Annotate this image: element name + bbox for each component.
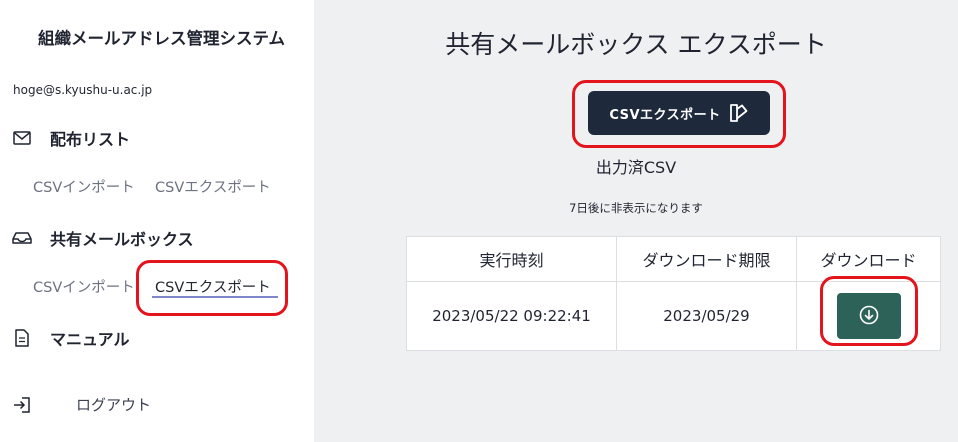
sidebar-item-distribution-csv-export[interactable]: CSVエクスポート [155, 176, 271, 197]
page-title: 共有メールボックス エクスポート [445, 30, 827, 59]
inbox-icon [12, 228, 32, 248]
column-header-executed-at: 実行時刻 [406, 236, 617, 282]
app-title: 組織メールアドレス管理システム [38, 29, 286, 48]
column-header-download: ダウンロード [796, 236, 941, 282]
sidebar-item-distribution-csv-import[interactable]: CSVインポート [33, 176, 135, 197]
table-header-row: 実行時刻 ダウンロード期限 ダウンロード [406, 236, 941, 282]
main-content: 共有メールボックス エクスポート CSVエクスポート 出力済CSV 7日後に非表… [314, 0, 958, 442]
export-icon [729, 103, 749, 123]
output-csv-note: 7日後に非表示になります [569, 201, 703, 215]
column-header-expires: ダウンロード期限 [616, 236, 797, 282]
sidebar-item-mailbox-csv-export[interactable]: CSVエクスポート [155, 276, 271, 297]
exports-table: 実行時刻 ダウンロード期限 ダウンロード 2023/05/22 09:22:41… [406, 236, 941, 351]
sidebar: 組織メールアドレス管理システム hoge@s.kyushu-u.ac.jp 配布… [0, 0, 314, 442]
table-row: 2023/05/22 09:22:41 2023/05/29 [406, 281, 941, 351]
cell-download [796, 281, 941, 351]
output-csv-title: 出力済CSV [595, 158, 677, 177]
active-item-underline [152, 296, 278, 298]
nav-manual-label: マニュアル [50, 330, 130, 349]
download-icon [859, 305, 879, 328]
logout-label: ログアウト [76, 396, 152, 414]
envelope-icon [12, 128, 32, 148]
nav-shared-mailbox-label: 共有メールボックス [50, 230, 194, 249]
document-icon [12, 328, 32, 348]
cell-executed-at: 2023/05/22 09:22:41 [406, 281, 617, 351]
csv-export-button-label: CSVエクスポート [609, 107, 721, 123]
nav-shared-mailbox[interactable]: 共有メールボックス [12, 226, 194, 250]
user-email: hoge@s.kyushu-u.ac.jp [13, 83, 153, 97]
nav-distribution-list[interactable]: 配布リスト [12, 126, 130, 150]
logout-icon [12, 395, 32, 415]
sidebar-item-mailbox-csv-import[interactable]: CSVインポート [33, 276, 135, 297]
cell-expires: 2023/05/29 [616, 281, 797, 351]
nav-manual[interactable]: マニュアル [12, 326, 130, 350]
logout-link[interactable]: ログアウト [12, 394, 151, 415]
download-button[interactable] [836, 293, 901, 339]
csv-export-button[interactable]: CSVエクスポート [588, 91, 770, 135]
nav-distribution-list-label: 配布リスト [50, 130, 131, 149]
